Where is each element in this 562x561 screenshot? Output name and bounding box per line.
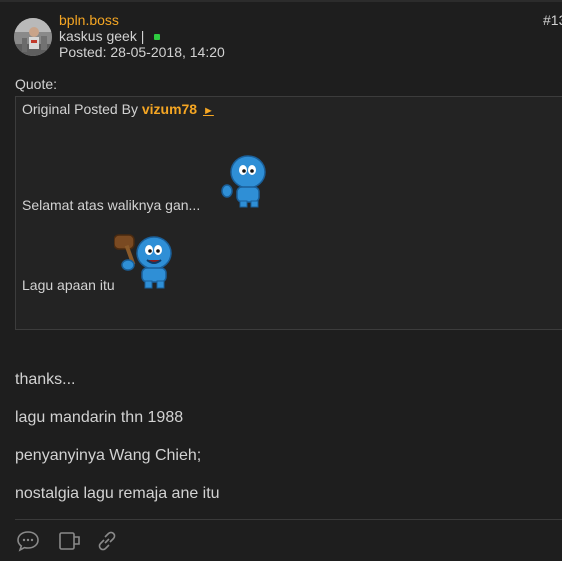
hammer-emoticon-icon [114, 234, 172, 289]
avatar[interactable] [14, 18, 52, 56]
post-timestamp: Posted: 28-05-2018, 14:20 [59, 44, 225, 60]
post-number-link[interactable]: #13 [543, 12, 562, 28]
post-body-line: lagu mandarin thn 1988 [15, 409, 184, 426]
quote-origin-prefix: Original Posted By [22, 101, 138, 117]
post-body-line: penyanyinya Wang Chieh; [15, 447, 202, 464]
waving-emoticon-icon [221, 155, 266, 208]
avatar-image [14, 18, 52, 56]
quote-text-line: Lagu apaan itu [22, 277, 115, 293]
username-link[interactable]: bpln.boss [59, 12, 119, 28]
comment-icon[interactable] [15, 528, 41, 554]
quote-label: Quote: [15, 76, 58, 92]
link-icon[interactable] [94, 528, 120, 554]
post-footer-divider [15, 519, 562, 520]
online-status-icon [154, 34, 161, 40]
quote-block: Original Posted By vizum78 ► Selamat ata… [15, 96, 562, 330]
top-divider [0, 0, 562, 2]
quote-reply-icon[interactable] [56, 528, 82, 554]
post-body-line: thanks... [15, 371, 76, 388]
quote-origin: Original Posted By vizum78 ► [22, 101, 214, 117]
quote-text-line: Selamat atas waliknya gan... [22, 197, 201, 213]
post-body-line: nostalgia lagu remaja ane itu [15, 485, 220, 502]
rank-label: kaskus geek | [59, 28, 145, 44]
view-original-post-icon[interactable]: ► [203, 105, 214, 117]
quote-author-link[interactable]: vizum78 [142, 101, 197, 117]
user-rank: kaskus geek | [59, 28, 161, 44]
